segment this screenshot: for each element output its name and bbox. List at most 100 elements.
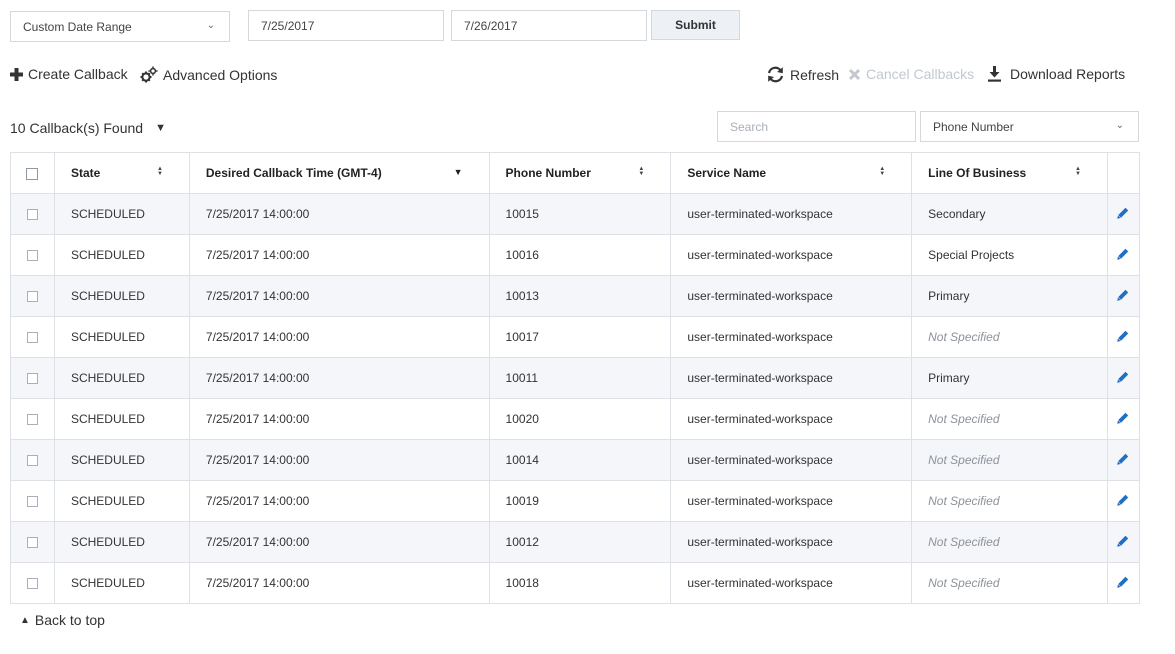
row-select-cell (10, 562, 55, 604)
sort-icon: ▲ ▼ (879, 166, 886, 177)
table-row[interactable]: SCHEDULED 7/25/2017 14:00:00 10012 user-ter… (10, 521, 1141, 563)
row-checkbox[interactable] (26, 373, 38, 385)
create-callback-button[interactable]: Create Callback (10, 66, 128, 82)
row-select-cell (10, 357, 55, 399)
start-date-input[interactable]: 7/25/2017 (248, 10, 444, 41)
table-row[interactable]: SCHEDULED 7/25/2017 14:00:00 10013 user-ter… (10, 275, 1141, 317)
pencil-icon[interactable] (1117, 535, 1129, 550)
cell-lob: Special Projects (911, 234, 1108, 276)
download-reports-button[interactable]: Download Reports (987, 66, 1125, 82)
results-count[interactable]: 10 Callback(s) Found ▼ (10, 120, 166, 136)
row-checkbox[interactable] (26, 209, 38, 221)
column-header-phone-label: Phone Number (505, 166, 591, 180)
row-checkbox[interactable] (26, 291, 38, 303)
search-field-select[interactable]: Phone Number ⌄ (920, 111, 1139, 142)
row-checkbox[interactable] (26, 455, 38, 467)
sort-desc-icon: ▼ (453, 167, 463, 177)
pencil-icon[interactable] (1117, 207, 1129, 222)
cell-service: user-terminated-workspace (670, 357, 913, 399)
table-row[interactable]: SCHEDULED 7/25/2017 14:00:00 10016 user-ter… (10, 234, 1141, 276)
cell-lob-text: Not Specified (928, 453, 1000, 467)
cell-phone: 10019 (488, 480, 672, 522)
pencil-icon[interactable] (1117, 576, 1129, 591)
cell-lob-text: Not Specified (928, 412, 1000, 426)
gears-icon (140, 66, 158, 83)
cell-lob-text: Primary (928, 371, 970, 385)
column-header-service[interactable]: Service Name ▲ ▼ (670, 152, 913, 194)
row-checkbox[interactable] (26, 332, 38, 344)
row-checkbox[interactable] (26, 537, 38, 549)
pencil-icon[interactable] (1117, 412, 1129, 427)
table-row[interactable]: SCHEDULED 7/25/2017 14:00:00 10017 user-ter… (10, 316, 1141, 358)
cell-service: user-terminated-workspace (670, 275, 913, 317)
table-row[interactable]: SCHEDULED 7/25/2017 14:00:00 10011 user-ter… (10, 357, 1141, 399)
plus-icon (10, 67, 23, 81)
cell-lob-text: Not Specified (928, 494, 1000, 508)
column-header-lob-label: Line Of Business (928, 166, 1027, 180)
pencil-icon[interactable] (1117, 371, 1129, 386)
pencil-icon[interactable] (1117, 330, 1129, 345)
sort-icon: ▲ ▼ (638, 166, 645, 177)
column-header-service-label: Service Name (687, 166, 767, 180)
cell-service: user-terminated-workspace (670, 398, 913, 440)
select-all-checkbox[interactable] (26, 167, 39, 180)
pencil-icon[interactable] (1117, 248, 1129, 263)
cell-phone: 10016 (488, 234, 672, 276)
cell-phone: 10018 (488, 562, 672, 604)
row-edit-cell (1106, 439, 1141, 481)
refresh-label: Refresh (790, 66, 840, 83)
table-row[interactable]: SCHEDULED 7/25/2017 14:00:00 10018 user-ter… (10, 562, 1141, 604)
back-to-top-link[interactable]: ▲ Back to top (20, 612, 105, 628)
cancel-callbacks-label: Cancel Callbacks (866, 66, 975, 82)
cell-lob: Primary (911, 357, 1108, 399)
pencil-icon[interactable] (1117, 494, 1129, 509)
cell-state: SCHEDULED (53, 357, 190, 399)
cell-time: 7/25/2017 14:00:00 (188, 562, 490, 604)
row-select-cell (10, 480, 55, 522)
advanced-options-button[interactable]: Advanced Options (140, 66, 277, 83)
cancel-callbacks-button[interactable]: Cancel Callbacks (848, 66, 974, 82)
cell-state: SCHEDULED (53, 234, 190, 276)
row-checkbox[interactable] (26, 250, 38, 262)
create-callback-label: Create Callback (28, 66, 128, 82)
cell-state: SCHEDULED (53, 398, 190, 440)
cell-time: 7/25/2017 14:00:00 (188, 357, 490, 399)
column-header-phone[interactable]: Phone Number ▲ ▼ (488, 152, 672, 194)
row-checkbox[interactable] (26, 578, 38, 590)
cell-time: 7/25/2017 14:00:00 (188, 521, 490, 563)
column-header-time[interactable]: Desired Callback Time (GMT-4) ▼ (188, 152, 490, 194)
column-header-state[interactable]: State ▲ ▼ (53, 152, 190, 194)
table-row[interactable]: SCHEDULED 7/25/2017 14:00:00 10015 user-ter… (10, 193, 1141, 235)
column-header-lob[interactable]: Line Of Business ▲ ▼ (911, 152, 1108, 194)
cell-lob: Not Specified (911, 398, 1108, 440)
cell-service: user-terminated-workspace (670, 562, 913, 604)
row-edit-cell (1106, 562, 1141, 604)
table-row[interactable]: SCHEDULED 7/25/2017 14:00:00 10020 user-ter… (10, 398, 1141, 440)
row-checkbox[interactable] (26, 414, 38, 426)
refresh-button[interactable]: Refresh (766, 66, 839, 83)
table-row[interactable]: SCHEDULED 7/25/2017 14:00:00 10014 user-ter… (10, 439, 1141, 481)
x-icon (848, 68, 861, 81)
pencil-icon[interactable] (1117, 453, 1129, 468)
row-checkbox[interactable] (26, 496, 38, 508)
chevron-down-icon: ⌄ (206, 20, 215, 31)
end-date-input[interactable]: 7/26/2017 (451, 10, 647, 41)
cell-phone: 10012 (488, 521, 672, 563)
chevron-down-icon: ⌄ (1115, 120, 1124, 131)
row-edit-cell (1106, 275, 1141, 317)
search-input[interactable] (717, 111, 916, 142)
cell-service: user-terminated-workspace (670, 316, 913, 358)
row-select-cell (10, 398, 55, 440)
submit-button[interactable]: Submit (651, 10, 740, 40)
cell-lob-text: Not Specified (928, 330, 1000, 344)
cell-phone: 10020 (488, 398, 672, 440)
table-row[interactable]: SCHEDULED 7/25/2017 14:00:00 10019 user-ter… (10, 480, 1141, 522)
advanced-options-label: Advanced Options (163, 66, 278, 83)
cell-lob-text: Primary (928, 289, 970, 303)
cell-lob-text: Not Specified (928, 535, 1000, 549)
triangle-up-icon: ▲ (20, 614, 30, 626)
row-select-cell (10, 439, 55, 481)
pencil-icon[interactable] (1117, 289, 1129, 304)
date-range-select[interactable]: Custom Date Range ⌄ (10, 11, 230, 42)
cell-time: 7/25/2017 14:00:00 (188, 398, 490, 440)
